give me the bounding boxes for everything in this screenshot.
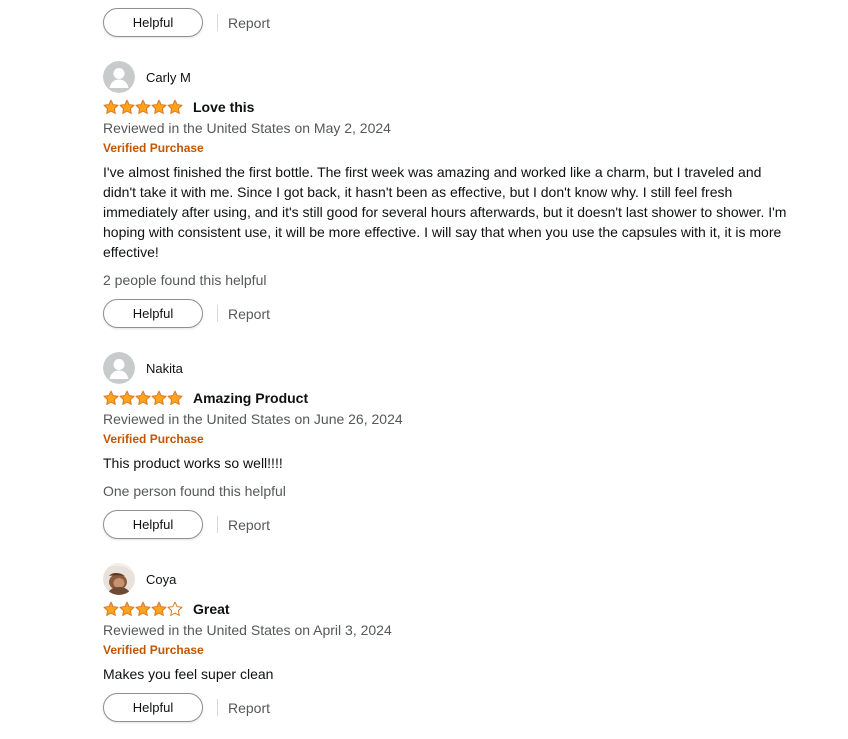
review-title[interactable]: Great <box>193 601 230 617</box>
star-filled-icon <box>103 99 119 114</box>
reviewer-profile[interactable]: Carly M <box>103 60 793 94</box>
review-title[interactable]: Love this <box>193 99 254 115</box>
default-avatar-icon <box>103 61 135 93</box>
review-actions: Helpful Report <box>103 693 270 722</box>
star-filled-icon <box>119 99 135 114</box>
star-filled-icon <box>151 99 167 114</box>
helpful-button[interactable]: Helpful <box>103 510 203 539</box>
helpful-button[interactable]: Helpful <box>103 8 203 37</box>
star-filled-icon <box>135 390 151 405</box>
action-divider <box>217 699 218 716</box>
review-date: Reviewed in the United States on June 26… <box>103 411 403 427</box>
verified-purchase-badge: Verified Purchase <box>103 141 204 155</box>
review-text: This product works so well!!!! <box>103 455 283 471</box>
star-filled-icon <box>151 390 167 405</box>
helpful-button[interactable]: Helpful <box>103 693 203 722</box>
reviewer-name: Carly M <box>146 69 191 85</box>
star-empty-icon <box>167 601 183 616</box>
star-filled-icon <box>135 99 151 114</box>
review-actions: Helpful Report <box>103 299 270 328</box>
report-link[interactable]: Report <box>228 700 270 716</box>
star-rating[interactable] <box>103 601 183 617</box>
action-divider <box>217 14 218 31</box>
star-filled-icon <box>167 99 183 114</box>
review-text: Makes you feel super clean <box>103 666 274 682</box>
review-title-row: Great <box>103 599 793 619</box>
review-title-row: Amazing Product <box>103 388 793 408</box>
review-card: Nakita Amazing Product Reviewed in the U… <box>103 351 793 501</box>
star-filled-icon <box>151 601 167 616</box>
review-text: I've almost finished the first bottle. T… <box>103 164 787 260</box>
review-date: Reviewed in the United States on May 2, … <box>103 120 391 136</box>
user-photo-avatar <box>103 563 135 595</box>
reviewer-profile[interactable]: Coya <box>103 562 793 596</box>
star-filled-icon <box>119 390 135 405</box>
reviewer-profile[interactable]: Nakita <box>103 351 793 385</box>
helpful-count: One person found this helpful <box>103 483 286 499</box>
verified-purchase-badge: Verified Purchase <box>103 432 204 446</box>
star-filled-icon <box>119 601 135 616</box>
default-avatar-icon <box>103 352 135 384</box>
report-link[interactable]: Report <box>228 517 270 533</box>
star-filled-icon <box>103 601 119 616</box>
review-title[interactable]: Amazing Product <box>193 390 308 406</box>
review-card: Coya Great Reviewed in the United States… <box>103 562 793 684</box>
star-rating[interactable] <box>103 99 183 115</box>
review-card: Carly M Love this Reviewed in the United… <box>103 60 793 290</box>
helpful-button[interactable]: Helpful <box>103 299 203 328</box>
verified-purchase-badge: Verified Purchase <box>103 643 204 657</box>
action-divider <box>217 516 218 533</box>
star-filled-icon <box>167 390 183 405</box>
reviewer-name: Nakita <box>146 360 183 376</box>
review-date: Reviewed in the United States on April 3… <box>103 622 392 638</box>
review-title-row: Love this <box>103 97 793 117</box>
reviewer-name: Coya <box>146 571 177 587</box>
review-actions: Helpful Report <box>103 510 270 539</box>
review-actions-top: Helpful Report <box>103 8 270 37</box>
action-divider <box>217 305 218 322</box>
star-filled-icon <box>103 390 119 405</box>
helpful-count: 2 people found this helpful <box>103 272 267 288</box>
report-link[interactable]: Report <box>228 15 270 31</box>
star-rating[interactable] <box>103 390 183 406</box>
report-link[interactable]: Report <box>228 306 270 322</box>
star-filled-icon <box>135 601 151 616</box>
